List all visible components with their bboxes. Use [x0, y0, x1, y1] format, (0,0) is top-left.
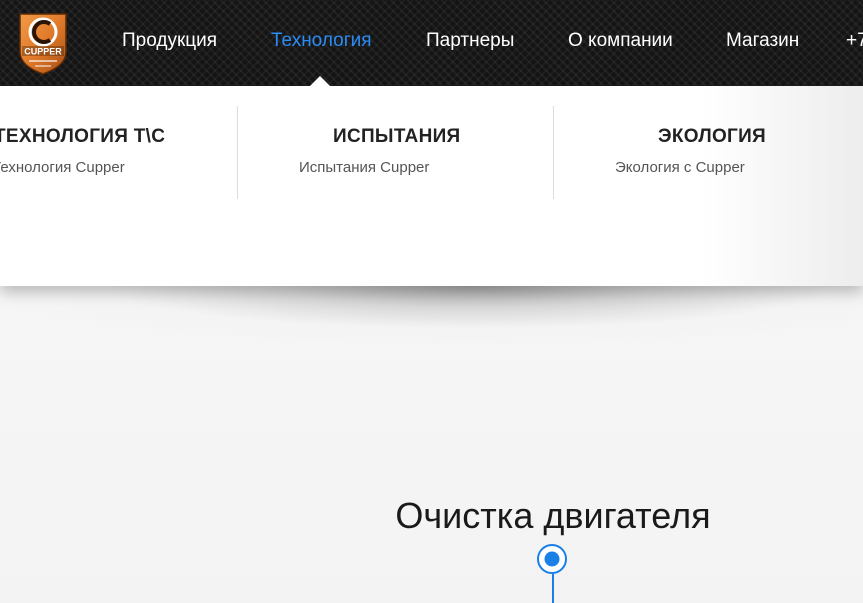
nav-item-phone[interactable]: +7 [846, 30, 863, 52]
timeline-line [552, 574, 554, 603]
nav-item-partners[interactable]: Партнеры [426, 30, 514, 52]
nav-item-products[interactable]: Продукция [122, 30, 217, 52]
dropdown-link-testing[interactable]: Испытания Cupper [299, 159, 429, 176]
top-navbar: CUPPER Продукция Технология Партнеры О к… [0, 0, 863, 86]
dropdown-divider [553, 106, 554, 199]
dropdown-caret [310, 76, 330, 86]
timeline-dot-icon[interactable] [537, 544, 567, 574]
dropdown-title-testing[interactable]: ИСПЫТАНИЯ [333, 126, 461, 148]
dropdown-link-technology[interactable]: Технология Cupper [0, 159, 125, 176]
nav-item-technology[interactable]: Технология [271, 30, 372, 52]
section-title: Очистка двигателя [395, 495, 711, 536]
technology-dropdown: ТЕХНОЛОГИЯ Т\С Технология Cupper ИСПЫТАН… [0, 86, 863, 286]
dropdown-title-technology[interactable]: ТЕХНОЛОГИЯ Т\С [0, 126, 165, 148]
nav-item-shop[interactable]: Магазин [726, 30, 799, 52]
dropdown-background-fade [703, 86, 863, 286]
svg-text:CUPPER: CUPPER [24, 47, 62, 57]
cupper-logo[interactable]: CUPPER [17, 10, 69, 76]
dropdown-divider [237, 106, 238, 199]
dropdown-shadow [0, 286, 863, 376]
dropdown-title-ecology[interactable]: ЭКОЛОГИЯ [658, 126, 766, 148]
dropdown-link-ecology[interactable]: Экология с Cupper [615, 159, 745, 176]
nav-item-about[interactable]: О компании [568, 30, 673, 52]
page: CUPPER Продукция Технология Партнеры О к… [0, 0, 863, 603]
